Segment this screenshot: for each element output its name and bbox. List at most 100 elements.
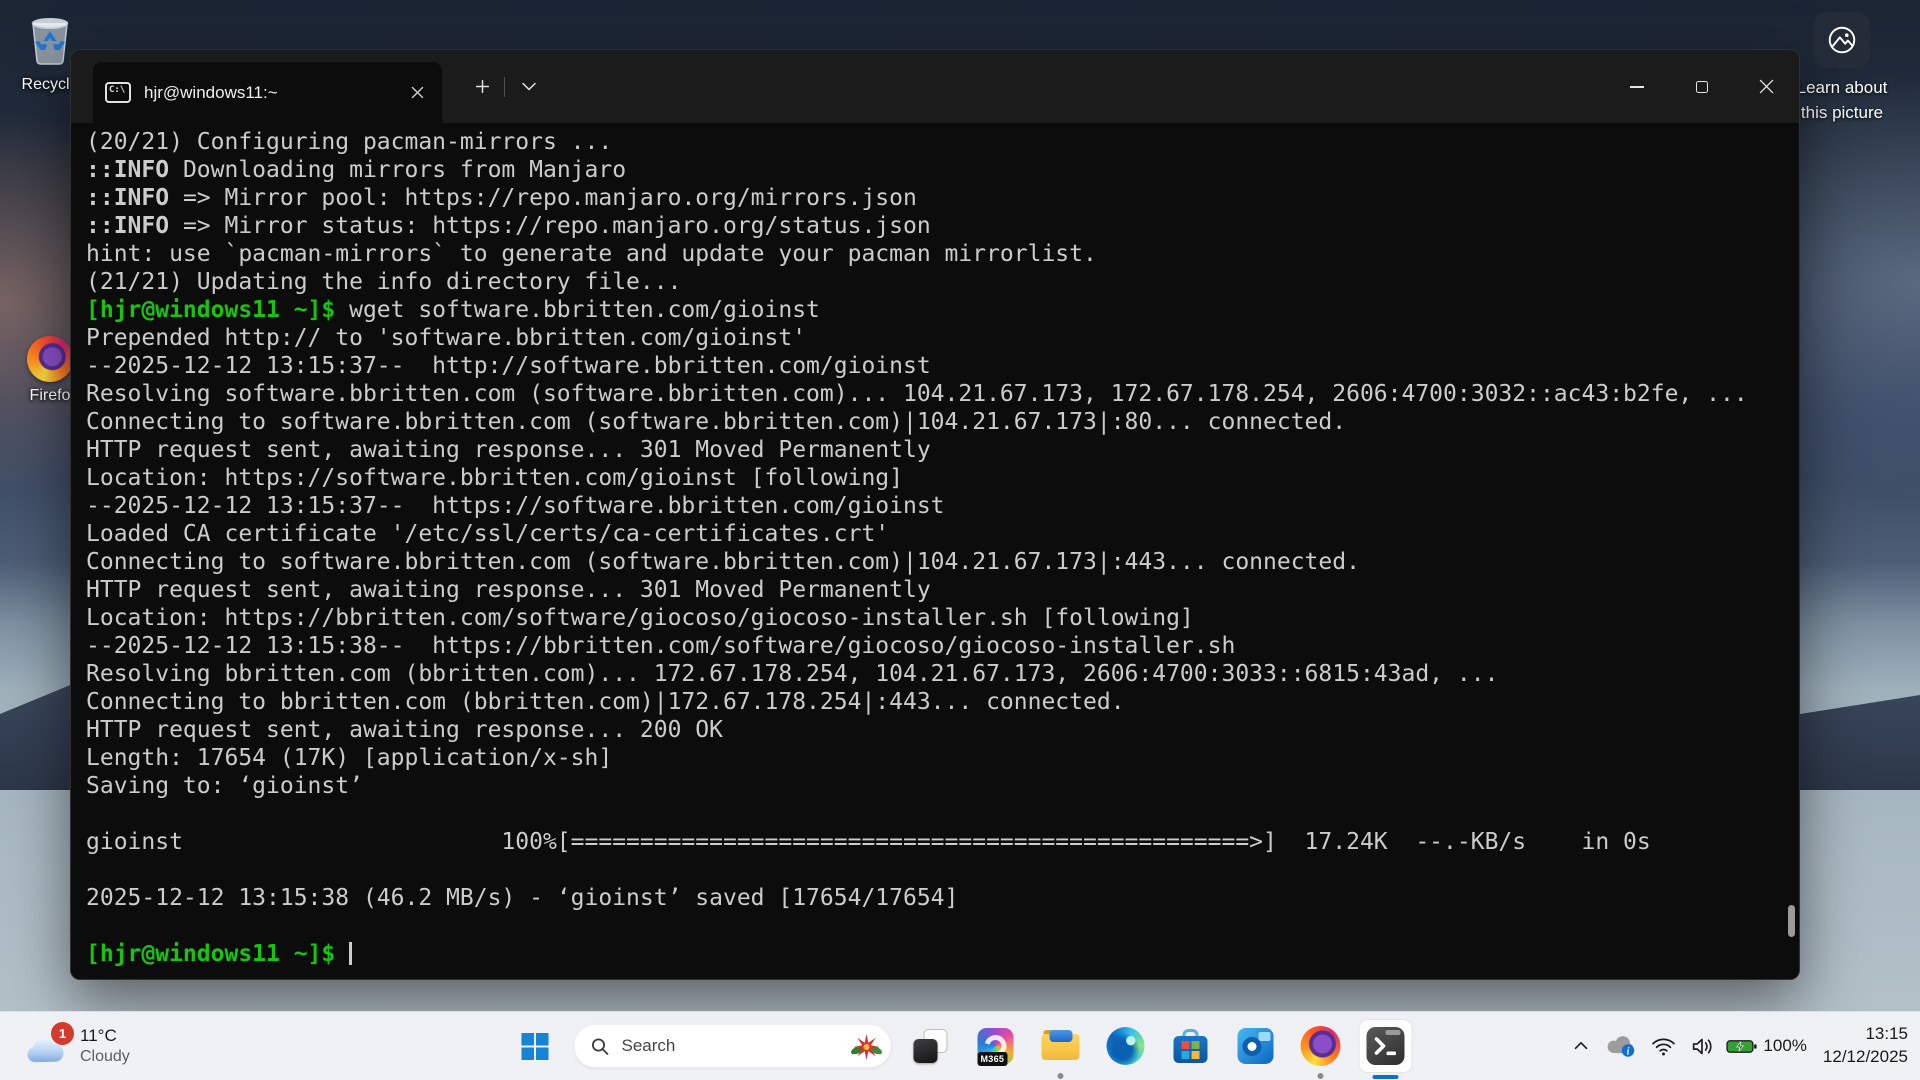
terminal-line: gioinst 100%[===========================… bbox=[86, 828, 1785, 856]
svg-text:i: i bbox=[1627, 1046, 1630, 1057]
terminal-line: [hjr@windows11 ~]$ bbox=[86, 940, 1785, 968]
terminal-tab-title: hjr@windows11:~ bbox=[144, 83, 278, 103]
terminal-line: Connecting to software.bbritten.com (sof… bbox=[86, 548, 1785, 576]
edge-icon bbox=[1107, 1027, 1145, 1065]
terminal-line: --2025-12-12 13:15:38-- https://bbritten… bbox=[86, 632, 1785, 660]
battery-percent: 100% bbox=[1763, 1036, 1806, 1056]
wifi-tray-icon[interactable] bbox=[1644, 1026, 1683, 1066]
taskbar-app-microsoft-store[interactable] bbox=[1165, 1020, 1217, 1072]
terminal-line: HTTP request sent, awaiting response... … bbox=[86, 576, 1785, 604]
weather-cloud-icon: 1 bbox=[22, 1027, 70, 1065]
firefox-label: Firefo bbox=[30, 387, 71, 405]
taskbar-app-task-view[interactable] bbox=[905, 1020, 957, 1072]
active-indicator bbox=[1373, 1075, 1399, 1079]
weather-temperature: 11°C bbox=[80, 1026, 130, 1046]
terminal-output[interactable]: (20/21) Configuring pacman-mirrors ...::… bbox=[71, 123, 1799, 979]
terminal-line bbox=[86, 800, 1785, 828]
weather-widget[interactable]: 1 11°C Cloudy bbox=[14, 1012, 138, 1080]
outlook-icon bbox=[1238, 1028, 1274, 1064]
terminal-line: Length: 17654 (17K) [application/x-sh] bbox=[86, 744, 1785, 772]
tab-close-button[interactable] bbox=[402, 78, 432, 108]
maximize-button[interactable] bbox=[1669, 50, 1734, 123]
terminal-line: ::INFO => Mirror status: https://repo.ma… bbox=[86, 212, 1785, 240]
terminal-line: Resolving bbritten.com (bbritten.com)...… bbox=[86, 660, 1785, 688]
terminal-line: Loaded CA certificate '/etc/ssl/certs/ca… bbox=[86, 520, 1785, 548]
spotlight-label-line2: this picture bbox=[1797, 101, 1888, 126]
file-explorer-icon bbox=[1042, 1030, 1080, 1062]
recycle-bin-icon bbox=[26, 14, 74, 71]
minimize-icon bbox=[1630, 86, 1644, 88]
tab-dropdown-button[interactable] bbox=[512, 69, 546, 103]
spotlight-label: Learn about this picture bbox=[1797, 76, 1888, 125]
search-icon bbox=[591, 1037, 610, 1056]
terminal-line: Saving to: ‘gioinst’ bbox=[86, 772, 1785, 800]
close-button[interactable] bbox=[1734, 50, 1799, 123]
terminal-line: Location: https://software.bbritten.com/… bbox=[86, 464, 1785, 492]
m365-copilot-icon: M365 bbox=[978, 1028, 1014, 1064]
terminal-line: (20/21) Configuring pacman-mirrors ... bbox=[86, 128, 1785, 156]
terminal-line: ::INFO Downloading mirrors from Manjaro bbox=[86, 156, 1785, 184]
clock[interactable]: 13:15 12/12/2025 bbox=[1823, 1023, 1908, 1069]
terminal-line: Connecting to bbritten.com (bbritten.com… bbox=[86, 688, 1785, 716]
maximize-icon bbox=[1696, 81, 1708, 93]
windows-logo-icon bbox=[521, 1033, 548, 1060]
terminal-tab[interactable]: C:\ hjr@windows11:~ bbox=[93, 62, 442, 123]
terminal-line: --2025-12-12 13:15:37-- http://software.… bbox=[86, 352, 1785, 380]
battery-charging-icon bbox=[1726, 1038, 1757, 1055]
windows-terminal-icon bbox=[1367, 1027, 1405, 1065]
terminal-line: 2025-12-12 13:15:38 (46.2 MB/s) - ‘gioin… bbox=[86, 884, 1785, 912]
battery-status[interactable]: 100% bbox=[1726, 1036, 1806, 1056]
terminal-line bbox=[86, 856, 1785, 884]
chevron-up-icon bbox=[1571, 1036, 1591, 1056]
taskbar-app-windows-terminal[interactable] bbox=[1360, 1020, 1412, 1072]
firefox-icon bbox=[1301, 1026, 1341, 1066]
system-tray: i 100% 13:15 12/12/2025 bbox=[1564, 1012, 1908, 1080]
search-placeholder: Search bbox=[622, 1036, 839, 1056]
taskbar-app-m365-copilot[interactable]: M365 bbox=[970, 1020, 1022, 1072]
firefox-icon bbox=[27, 336, 73, 382]
tab-separator bbox=[504, 77, 505, 97]
taskbar-app-firefox[interactable] bbox=[1295, 1020, 1347, 1072]
taskbar-app-file-explorer[interactable] bbox=[1035, 1020, 1087, 1072]
terminal-line: [hjr@windows11 ~]$ wget software.bbritte… bbox=[86, 296, 1785, 324]
terminal-titlebar[interactable]: C:\ hjr@windows11:~ bbox=[71, 50, 1799, 123]
running-indicator bbox=[1318, 1073, 1324, 1079]
volume-tray-icon[interactable] bbox=[1683, 1026, 1722, 1066]
new-tab-button[interactable] bbox=[465, 69, 499, 103]
terminal-line: Location: https://bbritten.com/software/… bbox=[86, 604, 1785, 632]
terminal-line: ::INFO => Mirror pool: https://repo.manj… bbox=[86, 184, 1785, 212]
running-indicator bbox=[1058, 1073, 1064, 1079]
terminal-window: C:\ hjr@windows11:~ (20/21) Configuring … bbox=[70, 49, 1800, 980]
clock-date: 12/12/2025 bbox=[1823, 1046, 1908, 1069]
terminal-scrollbar-thumb[interactable] bbox=[1788, 905, 1795, 937]
terminal-line: (21/21) Updating the info directory file… bbox=[86, 268, 1785, 296]
window-controls bbox=[1604, 50, 1799, 123]
notification-badge: 1 bbox=[51, 1022, 74, 1045]
minimize-button[interactable] bbox=[1604, 50, 1669, 123]
taskbar: 1 11°C Cloudy Search bbox=[0, 1011, 1920, 1080]
terminal-line: Connecting to software.bbritten.com (sof… bbox=[86, 408, 1785, 436]
search-box[interactable]: Search bbox=[574, 1024, 892, 1068]
terminal-line: Prepended http:// to 'software.bbritten.… bbox=[86, 324, 1785, 352]
tray-overflow-button[interactable] bbox=[1564, 1026, 1598, 1066]
terminal-cursor bbox=[349, 942, 352, 965]
onedrive-tray-icon[interactable]: i bbox=[1598, 1026, 1644, 1066]
terminal-line: --2025-12-12 13:15:37-- https://software… bbox=[86, 492, 1785, 520]
clock-time: 13:15 bbox=[1823, 1023, 1908, 1046]
terminal-line bbox=[86, 912, 1785, 940]
terminal-line: Resolving software.bbritten.com (softwar… bbox=[86, 380, 1785, 408]
taskbar-app-edge[interactable] bbox=[1100, 1020, 1152, 1072]
taskbar-app-outlook[interactable] bbox=[1230, 1020, 1282, 1072]
seasonal-flower-icon bbox=[851, 1030, 883, 1062]
picture-info-icon[interactable] bbox=[1814, 12, 1870, 68]
desktop: { "desktop": { "icons": [ { "label": "Re… bbox=[0, 0, 1920, 1080]
terminal-line: HTTP request sent, awaiting response... … bbox=[86, 716, 1785, 744]
spotlight-label-line1: Learn about bbox=[1797, 76, 1888, 101]
weather-condition: Cloudy bbox=[80, 1048, 130, 1066]
command-prompt-icon: C:\ bbox=[105, 82, 131, 103]
close-icon bbox=[1759, 79, 1774, 94]
weather-text: 11°C Cloudy bbox=[80, 1026, 130, 1066]
m365-badge: M365 bbox=[978, 1052, 1008, 1066]
terminal-line: HTTP request sent, awaiting response... … bbox=[86, 436, 1785, 464]
start-button[interactable] bbox=[509, 1020, 561, 1072]
